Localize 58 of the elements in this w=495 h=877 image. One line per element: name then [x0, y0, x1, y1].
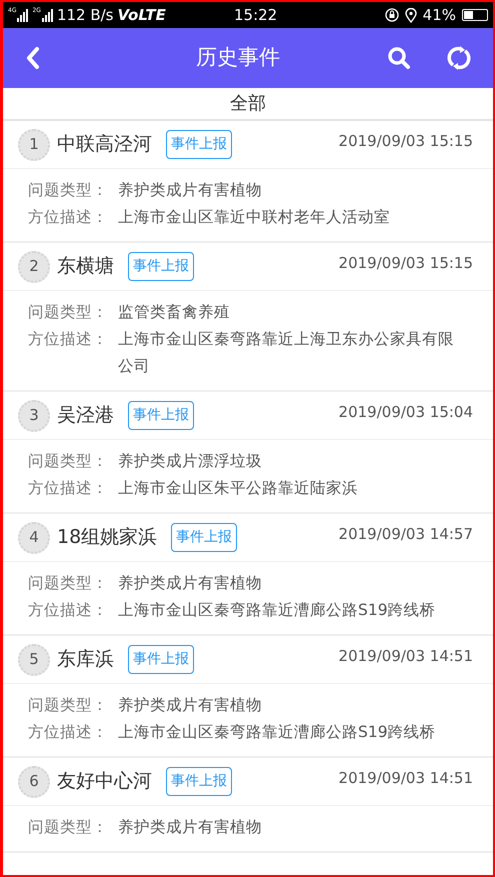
refresh-icon[interactable] — [447, 45, 471, 71]
event-tag: 事件上报 — [128, 252, 194, 281]
index-badge: 6 — [18, 766, 50, 798]
rotation-lock-icon — [384, 8, 399, 22]
field-label: 方位描述： — [28, 722, 109, 743]
index-badge: 1 — [18, 128, 50, 160]
field-label: 问题类型： — [28, 302, 109, 323]
battery-percent: 41% — [422, 4, 456, 26]
index-badge: 5 — [18, 644, 50, 676]
field-label: 方位描述： — [28, 207, 109, 228]
field-label: 方位描述： — [28, 478, 109, 499]
field-value: 养护类成片有害植物 — [118, 817, 263, 838]
event-time: 2019/09/03 14:51 — [338, 646, 473, 667]
field-label: 方位描述： — [28, 600, 109, 621]
index-badge: 4 — [18, 522, 50, 554]
field-label: 问题类型： — [28, 451, 109, 472]
river-name: 东库浜 — [57, 647, 114, 672]
river-name: 吴泾港 — [57, 403, 114, 428]
field-value: 监管类畜禽养殖 — [118, 302, 231, 323]
filter-tab[interactable]: 全部 — [3, 88, 493, 121]
event-time: 2019/09/03 14:51 — [338, 768, 473, 789]
event-tag: 事件上报 — [128, 401, 194, 430]
field-label: 方位描述： — [28, 329, 109, 350]
field-value: 养护类成片有害植物 — [118, 180, 263, 201]
river-name: 友好中心河 — [57, 769, 152, 794]
event-tag: 事件上报 — [166, 767, 232, 796]
field-label: 问题类型： — [28, 180, 109, 201]
index-badge: 2 — [18, 250, 50, 282]
river-name: 18组姚家浜 — [57, 525, 158, 550]
network-speed: 112 B/s — [56, 4, 114, 26]
river-name: 东横塘 — [57, 254, 114, 280]
clock: 15:22 — [234, 4, 278, 26]
field-value: 上海市金山区秦弯路靠近上海卫东办公家具有限公司 — [118, 329, 455, 377]
event-tag: 事件上报 — [166, 130, 232, 159]
event-time: 2019/09/03 14:57 — [338, 524, 473, 545]
event-tag: 事件上报 — [128, 645, 194, 674]
volte-label: VoLTE — [118, 4, 166, 26]
field-value: 上海市金山区秦弯路靠近漕廊公路S19跨线桥 — [118, 600, 437, 621]
field-value: 上海市金山区朱平公路靠近陆家浜 — [118, 478, 359, 499]
field-value: 养护类成片有害植物 — [118, 573, 263, 594]
event-time: 2019/09/03 15:15 — [338, 131, 473, 152]
field-label: 问题类型： — [28, 695, 109, 716]
field-value: 上海市金山区秦弯路靠近漕廊公路S19跨线桥 — [118, 722, 437, 743]
battery-icon — [462, 9, 488, 21]
event-time: 2019/09/03 15:04 — [338, 402, 473, 423]
back-icon[interactable] — [25, 46, 41, 70]
field-label: 问题类型： — [28, 573, 109, 594]
river-name: 中联高泾河 — [57, 132, 152, 158]
search-icon[interactable] — [387, 46, 411, 70]
field-label: 问题类型： — [28, 817, 109, 838]
event-time: 2019/09/03 15:15 — [338, 253, 473, 274]
field-value: 养护类成片有害植物 — [118, 695, 263, 716]
field-value: 养护类成片漂浮垃圾 — [118, 451, 263, 472]
field-value: 上海市金山区靠近中联村老年人活动室 — [118, 207, 391, 228]
location-icon — [404, 8, 417, 22]
event-tag: 事件上报 — [171, 523, 238, 552]
index-badge: 3 — [18, 400, 50, 432]
page-title: 历史事件 — [195, 44, 281, 72]
